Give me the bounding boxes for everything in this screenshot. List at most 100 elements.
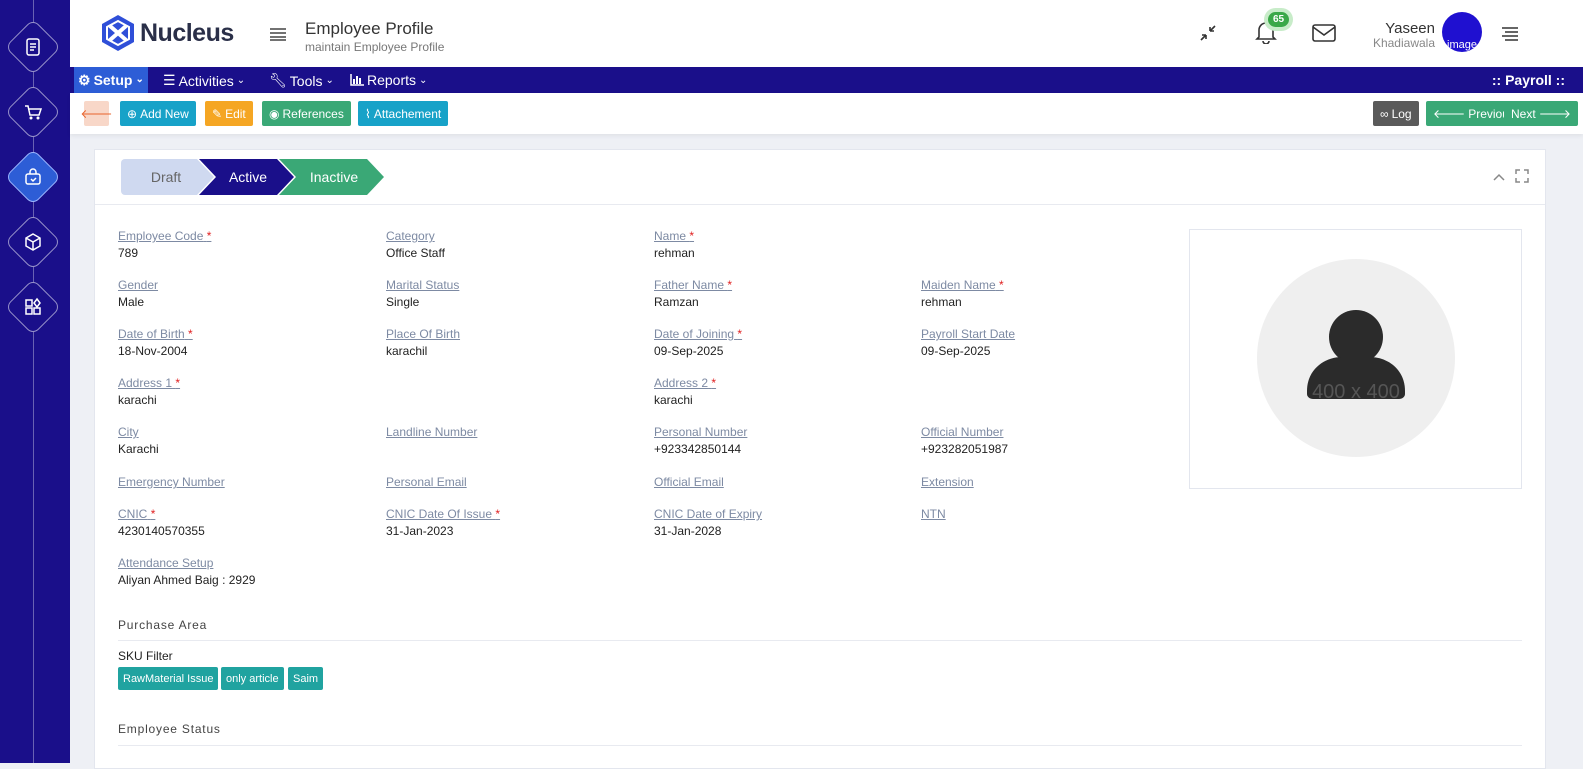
bar-chart-icon <box>350 74 364 86</box>
step-inactive[interactable]: Inactive <box>289 159 379 195</box>
user-avatar[interactable]: image <box>1442 12 1482 52</box>
step-active[interactable]: Active <box>203 159 293 195</box>
field-address1: Address 1 * karachi <box>118 376 180 407</box>
module-label: :: Payroll :: <box>1491 72 1565 88</box>
main-menu-bar: ⚙ Setup ⌄ ☰ Activities ⌄ 🔧︎ Tools ⌄ Reports ⌄ :… <box>70 67 1583 93</box>
payroll-start-value: 09-Sep-2025 <box>921 344 991 358</box>
app-logo[interactable]: Nucleus <box>100 14 234 52</box>
field-maiden-name: Maiden Name * rehman <box>921 278 1004 309</box>
edit-button[interactable]: ✎ Edit <box>205 101 253 126</box>
leftbar-box-button[interactable] <box>4 213 62 271</box>
address2-value: karachi <box>654 393 693 407</box>
required-mark: * <box>495 507 501 521</box>
cube-icon <box>25 233 41 251</box>
cnic-issue-value: 31-Jan-2023 <box>386 524 454 538</box>
arrow-left-icon: 🡐 <box>80 107 113 121</box>
cart-icon <box>25 105 43 120</box>
hamburger-icon <box>270 28 286 41</box>
field-cnic-expiry: CNIC Date of Expiry 31-Jan-2028 <box>654 507 762 538</box>
leftbar-apps-button[interactable] <box>4 278 62 336</box>
cnic-expiry-label: CNIC Date of Expiry <box>654 507 763 521</box>
right-panel-toggle[interactable] <box>1501 27 1519 46</box>
minimize-arrows-icon <box>1200 25 1216 41</box>
action-toolbar: 🡐 ⊕ Add New ✎ Edit ◉ References ⌇ Attachemen… <box>70 93 1583 134</box>
required-mark: * <box>188 327 193 341</box>
chevron-down-icon: ⌄ <box>236 75 246 86</box>
add-new-button[interactable]: ⊕ Add New <box>120 101 196 126</box>
document-icon <box>26 38 40 56</box>
apps-icon <box>25 297 41 315</box>
plus-circle-icon: ⊕ <box>127 106 138 121</box>
photo-box[interactable]: 400 x 400 <box>1189 229 1522 489</box>
log-label: Log <box>1391 106 1412 121</box>
menu-reports[interactable]: Reports ⌄ <box>350 72 427 88</box>
menu-tools[interactable]: 🔧︎ Tools ⌄ <box>269 72 334 89</box>
collapse-card-button[interactable] <box>1493 170 1505 188</box>
app-name: Nucleus <box>140 18 234 47</box>
fullscreen-button[interactable] <box>1515 169 1529 188</box>
employee-status-divider <box>118 745 1522 746</box>
marital-status-value: Single <box>386 295 420 309</box>
official-number-label: Official Number <box>921 425 1004 439</box>
address2-label: Address 2 <box>654 376 709 390</box>
menu-activities-label: Activities <box>178 72 234 89</box>
next-button[interactable]: Next 🡒 <box>1504 101 1578 126</box>
field-city: City Karachi <box>118 425 159 456</box>
payroll-start-label: Payroll Start Date <box>921 327 1016 341</box>
field-pob: Place Of Birth karachil <box>386 327 460 358</box>
references-label: References <box>282 106 344 121</box>
employee-profile-card: Draft Active Inactive Employee Code * 78… <box>94 149 1546 769</box>
dob-value: 18-Nov-2004 <box>118 344 188 358</box>
step-draft[interactable]: Draft <box>121 159 211 195</box>
user-name[interactable]: Yaseen <box>1385 20 1435 37</box>
messages-button[interactable] <box>1312 23 1336 48</box>
field-extension: Extension <box>921 475 974 492</box>
sku-tag[interactable]: only article <box>221 667 284 690</box>
chevron-down-icon: ⌄ <box>135 74 144 85</box>
bag-check-icon <box>25 168 41 185</box>
wrench-icon: 🔧︎ <box>269 72 287 88</box>
menu-reports-label: Reports <box>367 72 417 88</box>
name-label: Name <box>654 229 687 243</box>
top-header: Nucleus Employee Profile maintain Employ… <box>70 0 1583 67</box>
menu-setup[interactable]: ⚙ Setup ⌄ <box>74 67 148 93</box>
field-emergency-number: Emergency Number <box>118 475 225 492</box>
arrow-right-icon: 🡒 <box>1538 107 1571 121</box>
page-subtitle: maintain Employee Profile <box>305 40 445 54</box>
collapse-button[interactable] <box>1199 24 1217 47</box>
marital-status-label: Marital Status <box>386 278 460 292</box>
field-payroll-start: Payroll Start Date 09-Sep-2025 <box>921 327 1015 358</box>
leftbar-cart-button[interactable] <box>4 83 62 141</box>
official-email-label: Official Email <box>654 475 724 489</box>
menu-activities[interactable]: ☰ Activities ⌄ <box>163 72 245 89</box>
purchase-area-divider <box>118 640 1522 641</box>
city-label: City <box>118 425 139 439</box>
back-button[interactable]: 🡐 <box>80 101 113 126</box>
references-button[interactable]: ◉ References <box>262 101 351 126</box>
field-name: Name * rehman <box>654 229 695 260</box>
required-mark: * <box>175 376 181 390</box>
doj-value: 09-Sep-2025 <box>654 344 724 358</box>
chevron-down-icon: ⌄ <box>419 74 428 86</box>
employee-status-title: Employee Status <box>118 722 221 736</box>
attachment-button[interactable]: ⌇ Attachement <box>358 101 449 126</box>
employee-code-label: Employee Code <box>118 229 204 243</box>
sku-tag[interactable]: RawMaterial Issue <box>118 667 219 690</box>
menu-toggle-button[interactable] <box>269 27 287 46</box>
sku-tag[interactable]: Saim <box>288 667 324 690</box>
attendance-label: Attendance Setup <box>118 556 214 570</box>
personal-number-label: Personal Number <box>654 425 748 439</box>
field-landline: Landline Number <box>386 425 477 442</box>
pob-value: karachil <box>386 344 428 358</box>
address1-value: karachi <box>118 393 157 407</box>
category-value: Office Staff <box>386 246 445 260</box>
nucleus-logo-icon <box>102 15 134 51</box>
next-label: Next <box>1511 106 1536 121</box>
leftbar-documents-button[interactable] <box>4 18 62 76</box>
purchase-area-title: Purchase Area <box>118 618 208 632</box>
emergency-number-label: Emergency Number <box>118 475 225 489</box>
leftbar-hr-button[interactable] <box>4 148 62 206</box>
log-button[interactable]: ∞ Log <box>1373 101 1419 126</box>
field-ntn: NTN <box>921 507 946 524</box>
user-silhouette-icon <box>1307 310 1405 399</box>
